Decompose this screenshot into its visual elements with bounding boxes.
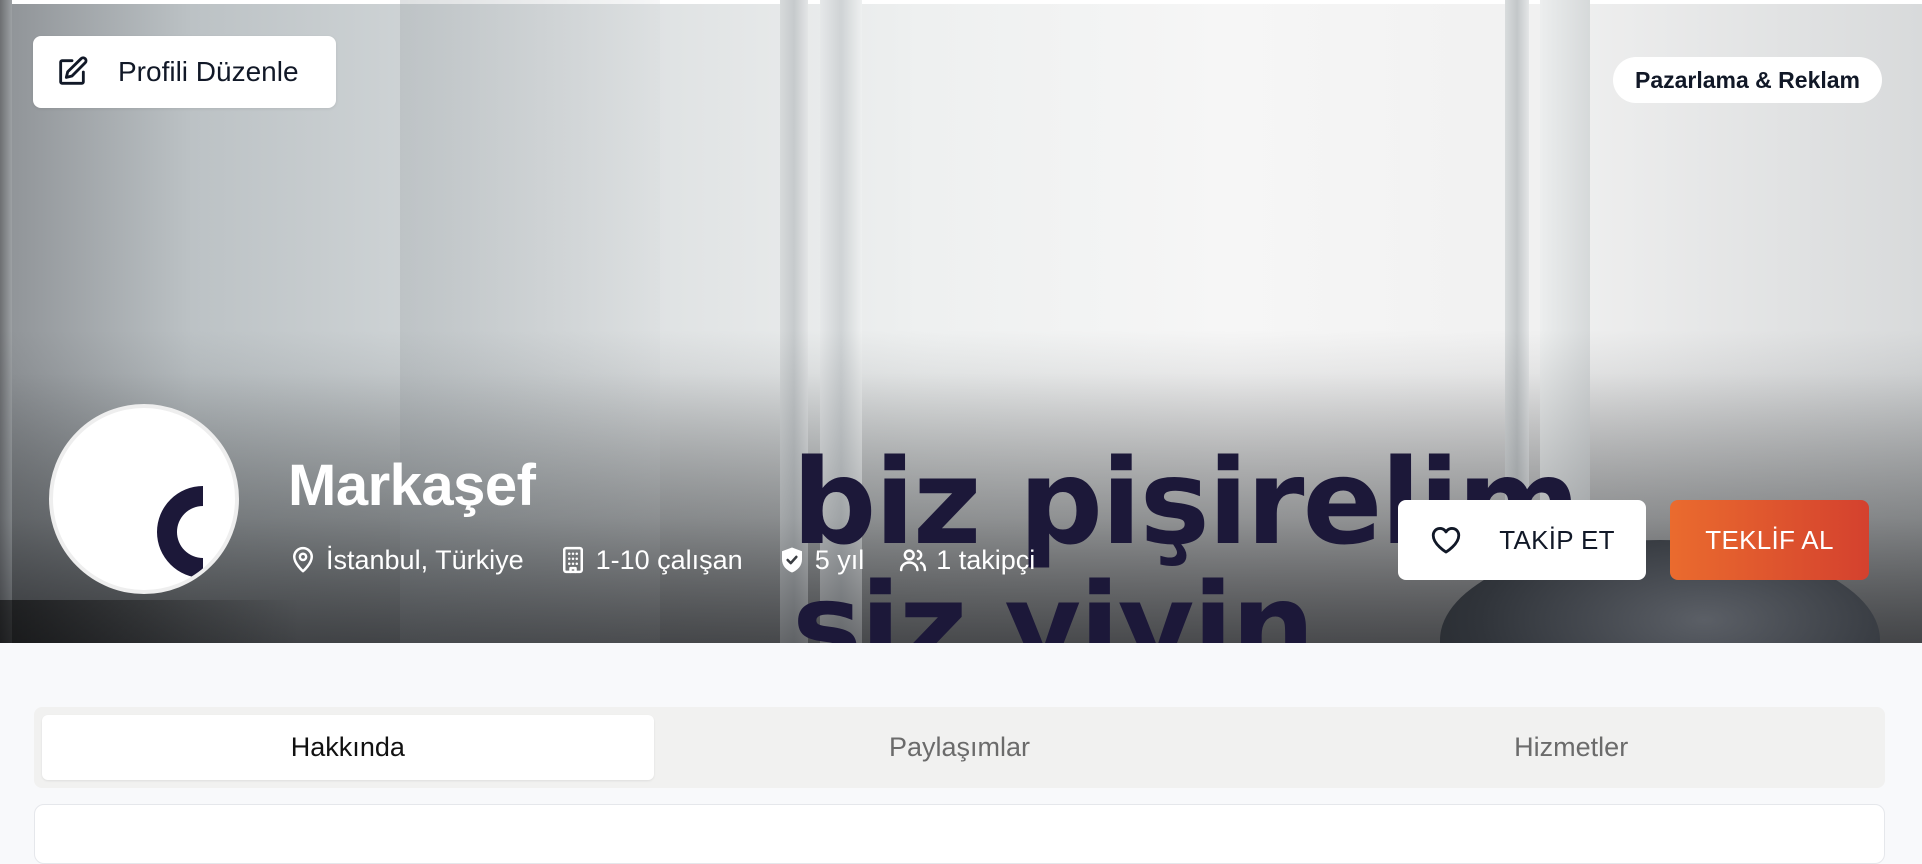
cover-shadow (0, 600, 300, 643)
experience-text: 5 yıl (814, 544, 865, 575)
users-icon (898, 545, 928, 575)
about-card (34, 804, 1885, 864)
meta-location: İstanbul, Türkiye (288, 545, 524, 576)
edit-profile-button[interactable]: Profili Düzenle (33, 36, 336, 108)
edit-icon (55, 55, 89, 89)
follow-label: TAKİP ET (1499, 524, 1615, 555)
edit-profile-label: Profili Düzenle (118, 56, 299, 87)
followers-text: 1 takipçi (936, 544, 1036, 575)
shield-check-icon (777, 545, 807, 575)
company-meta: İstanbul, Türkiye 1-10 çalışan 5 yıl 1 t… (288, 538, 1069, 582)
building-icon (558, 545, 588, 575)
follow-button[interactable]: TAKİP ET (1398, 500, 1646, 580)
tab-about[interactable]: Hakkında (42, 715, 654, 780)
category-badge: Pazarlama & Reklam (1612, 57, 1882, 103)
cover-top-border (0, 0, 1922, 4)
employees-text: 1-10 çalışan (595, 544, 743, 575)
location-text: İstanbul, Türkiye (326, 544, 524, 575)
meta-followers: 1 takipçi (898, 545, 1035, 576)
meta-experience: 5 yıl (777, 544, 865, 576)
map-pin-icon (288, 545, 318, 575)
company-name: Markaşef (288, 453, 536, 518)
profile-tabs: Hakkında Paylaşımlar Hizmetler (34, 707, 1885, 788)
meta-employees: 1-10 çalışan (558, 545, 743, 576)
tab-services[interactable]: Hizmetler (1265, 715, 1877, 780)
heart-icon (1429, 523, 1463, 557)
get-quote-button[interactable]: TEKLİF AL (1670, 500, 1869, 580)
tab-posts[interactable]: Paylaşımlar (654, 715, 1266, 780)
company-logo (49, 404, 239, 594)
